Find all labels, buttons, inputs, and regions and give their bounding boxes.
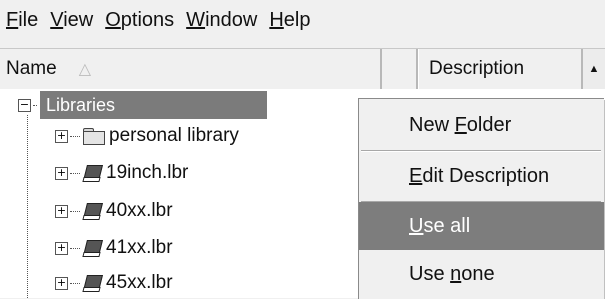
- menu-window-label: indow: [205, 8, 258, 31]
- menu-file-label: ile: [18, 8, 39, 31]
- tree-connector: [70, 282, 80, 284]
- library-book-icon: [83, 202, 103, 220]
- column-header-description[interactable]: Description: [418, 49, 583, 89]
- sort-ascending-icon: △: [78, 61, 91, 78]
- tree-node-19inch[interactable]: + 19inch.lbr: [55, 159, 188, 187]
- column-header-blank[interactable]: [382, 49, 418, 89]
- tree-node-45xx[interactable]: + 45xx.lbr: [55, 269, 173, 297]
- menu-options-accel: O: [105, 8, 121, 31]
- column-name-label: Name: [6, 58, 57, 79]
- collapse-icon[interactable]: −: [18, 98, 31, 112]
- context-item-use-all[interactable]: Use all: [359, 202, 604, 250]
- expand-icon[interactable]: +: [55, 129, 68, 143]
- context-item-text: Use: [409, 262, 451, 285]
- tree-connector: [70, 247, 80, 249]
- menu-view-label: iew: [63, 8, 94, 31]
- tree-connector: [33, 104, 37, 106]
- context-item-edit-description[interactable]: Edit Description: [359, 152, 604, 200]
- tree-node-personal-library[interactable]: + personal library: [55, 122, 239, 150]
- menu-help-label: elp: [283, 8, 311, 31]
- menu-view[interactable]: View: [45, 9, 98, 32]
- menu-help[interactable]: Help: [264, 9, 315, 32]
- context-item-text: dit Description: [422, 164, 550, 187]
- tree-node-label: 19inch.lbr: [106, 162, 189, 183]
- context-item-accel: U: [409, 214, 424, 237]
- tree-connector: [70, 210, 80, 212]
- tree-node-label: 41xx.lbr: [106, 237, 173, 258]
- expand-icon[interactable]: +: [55, 276, 68, 290]
- context-item-text: se all: [423, 214, 471, 237]
- menu-window[interactable]: Window: [181, 9, 262, 32]
- context-item-text: New: [409, 113, 455, 136]
- menu-window-accel: W: [186, 8, 206, 31]
- menu-file-accel: F: [6, 8, 19, 31]
- context-item-accel: F: [454, 113, 467, 136]
- scroll-up-arrow-icon[interactable]: ▲: [583, 49, 605, 89]
- menu-bar: File View Options Window Help: [0, 0, 605, 40]
- menu-view-accel: V: [50, 8, 64, 31]
- folder-icon: [83, 128, 105, 145]
- expand-icon[interactable]: +: [55, 241, 68, 255]
- context-item-new-folder[interactable]: New Folder: [359, 101, 604, 149]
- tree-node-40xx[interactable]: + 40xx.lbr: [55, 197, 173, 225]
- expand-icon[interactable]: +: [55, 166, 68, 180]
- column-header-name[interactable]: Name △: [0, 49, 382, 89]
- context-item-text: older: [466, 113, 512, 136]
- menu-options[interactable]: Options: [100, 9, 179, 32]
- context-item-text: one: [461, 262, 495, 285]
- context-item-accel: E: [409, 164, 423, 187]
- menu-file[interactable]: File: [1, 9, 43, 32]
- context-item-use-none[interactable]: Use n one: [359, 250, 604, 298]
- menu-options-label: ptions: [120, 8, 175, 31]
- tree-node-label: 45xx.lbr: [106, 272, 173, 293]
- tree-connector-line: [27, 115, 28, 298]
- tree-node-label: 40xx.lbr: [106, 200, 173, 221]
- context-item-accel: n: [450, 262, 462, 285]
- tree-connector: [70, 172, 80, 174]
- context-menu: New Folder Edit Description Use all Use …: [358, 98, 604, 299]
- tree-node-label: Libraries: [40, 91, 267, 119]
- library-book-icon: [83, 164, 103, 182]
- menu-help-accel: H: [269, 8, 284, 31]
- expand-icon[interactable]: +: [55, 204, 68, 218]
- tree-node-libraries[interactable]: − Libraries: [18, 91, 267, 119]
- tree-connector: [70, 135, 80, 137]
- tree-node-41xx[interactable]: + 41xx.lbr: [55, 234, 173, 262]
- column-description-label: Description: [429, 58, 525, 79]
- tree-node-label: personal library: [109, 125, 239, 146]
- column-header-row: Name △ Description ▲: [0, 48, 605, 90]
- library-book-icon: [83, 274, 103, 292]
- library-book-icon: [83, 239, 103, 257]
